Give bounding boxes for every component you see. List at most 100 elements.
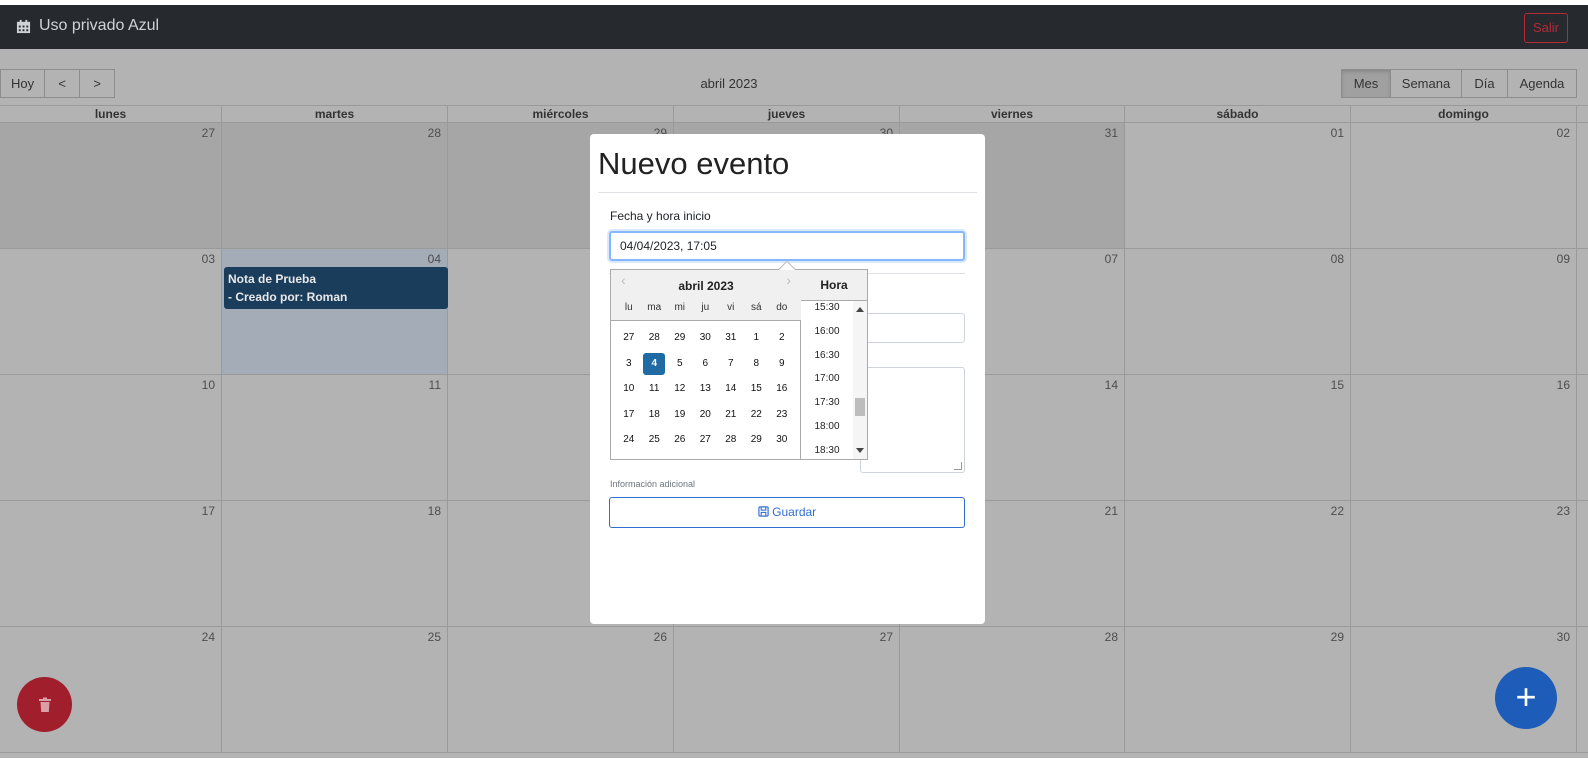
time-option[interactable]: 15:30: [801, 301, 853, 325]
picker-day[interactable]: 8: [744, 353, 770, 379]
calendar-day-cell[interactable]: 27: [674, 627, 900, 752]
time-scrollbar[interactable]: [853, 301, 867, 459]
scroll-thumb[interactable]: [855, 398, 865, 416]
calendar-day-cell[interactable]: 18: [222, 501, 448, 626]
day-number[interactable]: 17: [202, 504, 215, 518]
picker-day[interactable]: 28: [642, 327, 668, 353]
picker-day[interactable]: 1: [744, 327, 770, 353]
calendar-day-cell[interactable]: 16: [1351, 375, 1577, 500]
picker-day[interactable]: 2: [769, 327, 795, 353]
day-number[interactable]: 15: [1331, 378, 1344, 392]
picker-day[interactable]: 26: [667, 429, 693, 455]
brand[interactable]: Uso privado Azul: [16, 17, 159, 35]
picker-day[interactable]: 29: [667, 327, 693, 353]
day-number[interactable]: 24: [202, 630, 215, 644]
calendar-day-cell[interactable]: 17: [0, 501, 222, 626]
picker-day[interactable]: 6: [693, 353, 719, 379]
picker-day[interactable]: 12: [667, 378, 693, 404]
calendar-day-cell[interactable]: [1577, 123, 1588, 248]
day-number[interactable]: 01: [1331, 126, 1344, 140]
resize-handle[interactable]: [954, 462, 962, 470]
day-number[interactable]: 07: [1105, 252, 1118, 266]
calendar-day-cell[interactable]: 23: [1351, 501, 1577, 626]
day-number[interactable]: 16: [1557, 378, 1570, 392]
picker-day[interactable]: 14: [718, 378, 744, 404]
calendar-day-cell[interactable]: 29: [1125, 627, 1351, 752]
day-number[interactable]: 30: [1557, 630, 1570, 644]
picker-day[interactable]: 17: [616, 404, 642, 430]
time-option[interactable]: 18:30: [801, 444, 853, 468]
day-number[interactable]: 23: [1557, 504, 1570, 518]
day-number[interactable]: 11: [429, 378, 441, 392]
day-number[interactable]: 18: [428, 504, 441, 518]
calendar-day-cell[interactable]: 09: [1351, 249, 1577, 374]
start-datetime-input[interactable]: 04/04/2023, 17:05: [609, 231, 965, 261]
picker-day[interactable]: 22: [744, 404, 770, 430]
picker-day[interactable]: 10: [616, 378, 642, 404]
logout-button[interactable]: Salir: [1523, 13, 1568, 43]
picker-day[interactable]: 21: [718, 404, 744, 430]
picker-day[interactable]: 24: [616, 429, 642, 455]
calendar-event[interactable]: Nota de Prueba - Creado por: Roman: [224, 267, 448, 309]
calendar-day-cell[interactable]: 27: [0, 123, 222, 248]
day-number[interactable]: 10: [202, 378, 215, 392]
description-textarea[interactable]: [860, 367, 965, 473]
day-number[interactable]: 25: [428, 630, 441, 644]
picker-day[interactable]: 20: [693, 404, 719, 430]
picker-day[interactable]: 3: [616, 353, 642, 379]
calendar-day-cell[interactable]: 08: [1125, 249, 1351, 374]
delete-button[interactable]: [17, 677, 72, 732]
time-option[interactable]: 16:00: [801, 325, 853, 349]
day-number[interactable]: 27: [202, 126, 215, 140]
add-event-button[interactable]: +: [1495, 667, 1557, 729]
picker-day[interactable]: 25: [642, 429, 668, 455]
calendar-day-cell[interactable]: 10: [0, 375, 222, 500]
picker-day[interactable]: 19: [667, 404, 693, 430]
calendar-day-cell[interactable]: 28: [222, 123, 448, 248]
day-number[interactable]: 26: [654, 630, 667, 644]
picker-day[interactable]: 5: [667, 353, 693, 379]
picker-day[interactable]: 31: [718, 327, 744, 353]
day-number[interactable]: 28: [1105, 630, 1118, 644]
day-number[interactable]: 08: [1331, 252, 1344, 266]
time-option[interactable]: 16:30: [801, 349, 853, 373]
picker-day[interactable]: 9: [769, 353, 795, 379]
picker-day[interactable]: 28: [718, 429, 744, 455]
day-number[interactable]: 14: [1105, 378, 1118, 392]
view-day-button[interactable]: Día: [1461, 69, 1508, 98]
calendar-day-cell[interactable]: 28: [900, 627, 1125, 752]
calendar-day-cell[interactable]: [1577, 375, 1588, 500]
calendar-day-cell[interactable]: 03: [0, 249, 222, 374]
calendar-day-cell[interactable]: 15: [1125, 375, 1351, 500]
picker-day[interactable]: 29: [744, 429, 770, 455]
picker-day[interactable]: 30: [693, 327, 719, 353]
calendar-day-cell[interactable]: [1577, 501, 1588, 626]
picker-day[interactable]: 23: [769, 404, 795, 430]
calendar-day-cell[interactable]: 04 Nota de Prueba - Creado por: Roman: [222, 249, 448, 374]
save-button[interactable]: Guardar: [609, 497, 965, 528]
calendar-day-cell[interactable]: 01: [1125, 123, 1351, 248]
time-option[interactable]: 17:00: [801, 372, 853, 396]
day-number[interactable]: 02: [1557, 126, 1570, 140]
picker-day[interactable]: 15: [744, 378, 770, 404]
calendar-day-cell[interactable]: 25: [222, 627, 448, 752]
calendar-day-cell[interactable]: 02: [1351, 123, 1577, 248]
picker-day[interactable]: 11: [642, 378, 668, 404]
day-number[interactable]: 22: [1331, 504, 1344, 518]
scroll-down-icon[interactable]: [856, 448, 864, 453]
scroll-up-icon[interactable]: [856, 307, 864, 312]
day-number[interactable]: 31: [1105, 126, 1118, 140]
time-option[interactable]: 18:00: [801, 420, 853, 444]
day-number[interactable]: 03: [202, 252, 215, 266]
picker-day[interactable]: 27: [616, 327, 642, 353]
picker-day[interactable]: 13: [693, 378, 719, 404]
picker-day[interactable]: 30: [769, 429, 795, 455]
time-option[interactable]: 17:30: [801, 396, 853, 420]
day-number[interactable]: 09: [1557, 252, 1570, 266]
next-month-icon[interactable]: ›: [786, 272, 791, 288]
day-number[interactable]: 28: [428, 126, 441, 140]
day-number[interactable]: 27: [880, 630, 893, 644]
view-agenda-button[interactable]: Agenda: [1507, 69, 1577, 98]
picker-day[interactable]: 4: [642, 352, 668, 379]
day-number[interactable]: 04: [428, 252, 441, 266]
